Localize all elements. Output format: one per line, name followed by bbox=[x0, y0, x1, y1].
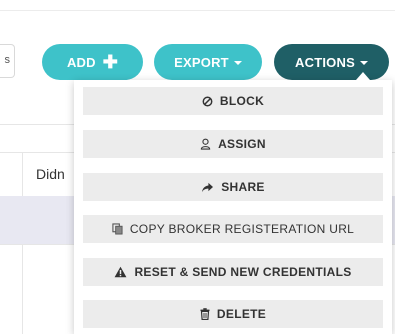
plus-icon: ✚ bbox=[102, 52, 119, 72]
menu-item-block[interactable]: BLOCK bbox=[83, 87, 383, 115]
menu-item-label: RESET & SEND NEW CREDENTIALS bbox=[134, 265, 352, 279]
menu-item-delete[interactable]: DELETE bbox=[83, 300, 383, 328]
share-icon bbox=[201, 182, 214, 193]
top-divider bbox=[0, 10, 395, 11]
chevron-down-icon bbox=[233, 61, 242, 65]
dropdown-pointer bbox=[356, 72, 370, 80]
menu-item-reset-credentials[interactable]: RESET & SEND NEW CREDENTIALS bbox=[83, 258, 383, 286]
block-icon bbox=[202, 96, 213, 107]
menu-item-label: BLOCK bbox=[219, 94, 265, 108]
user-icon bbox=[200, 138, 211, 150]
add-button-label: ADD bbox=[66, 54, 96, 70]
menu-item-assign[interactable]: ASSIGN bbox=[83, 130, 383, 158]
menu-item-share[interactable]: SHARE bbox=[83, 173, 383, 201]
menu-item-label: COPY BROKER REGISTERATION URL bbox=[129, 222, 355, 236]
export-button[interactable]: EXPORT bbox=[154, 44, 262, 80]
menu-item-copy-broker-url[interactable]: COPY BROKER REGISTERATION URL bbox=[83, 215, 383, 243]
add-button[interactable]: ADD ✚ bbox=[42, 44, 143, 80]
menu-item-label: ASSIGN bbox=[218, 137, 266, 151]
warning-icon bbox=[114, 266, 127, 278]
chevron-down-icon bbox=[359, 61, 368, 65]
actions-dropdown-menu: BLOCK ASSIGN SHARE COPY BROKER REGISTERA… bbox=[74, 80, 392, 334]
screen: s ADD ✚ EXPORT ACTIONS Didn BLOCK ASSIGN… bbox=[0, 0, 395, 334]
actions-button-label: ACTIONS bbox=[295, 54, 355, 70]
trash-icon bbox=[200, 308, 210, 320]
copy-icon bbox=[112, 223, 123, 235]
table-column-header[interactable]: Didn bbox=[36, 166, 65, 182]
menu-item-label: SHARE bbox=[221, 180, 265, 194]
export-button-label: EXPORT bbox=[174, 54, 229, 70]
actions-button[interactable]: ACTIONS bbox=[274, 44, 389, 80]
search-input-text: s bbox=[4, 54, 11, 66]
menu-item-label: DELETE bbox=[216, 307, 267, 321]
search-input[interactable]: s bbox=[0, 44, 15, 78]
